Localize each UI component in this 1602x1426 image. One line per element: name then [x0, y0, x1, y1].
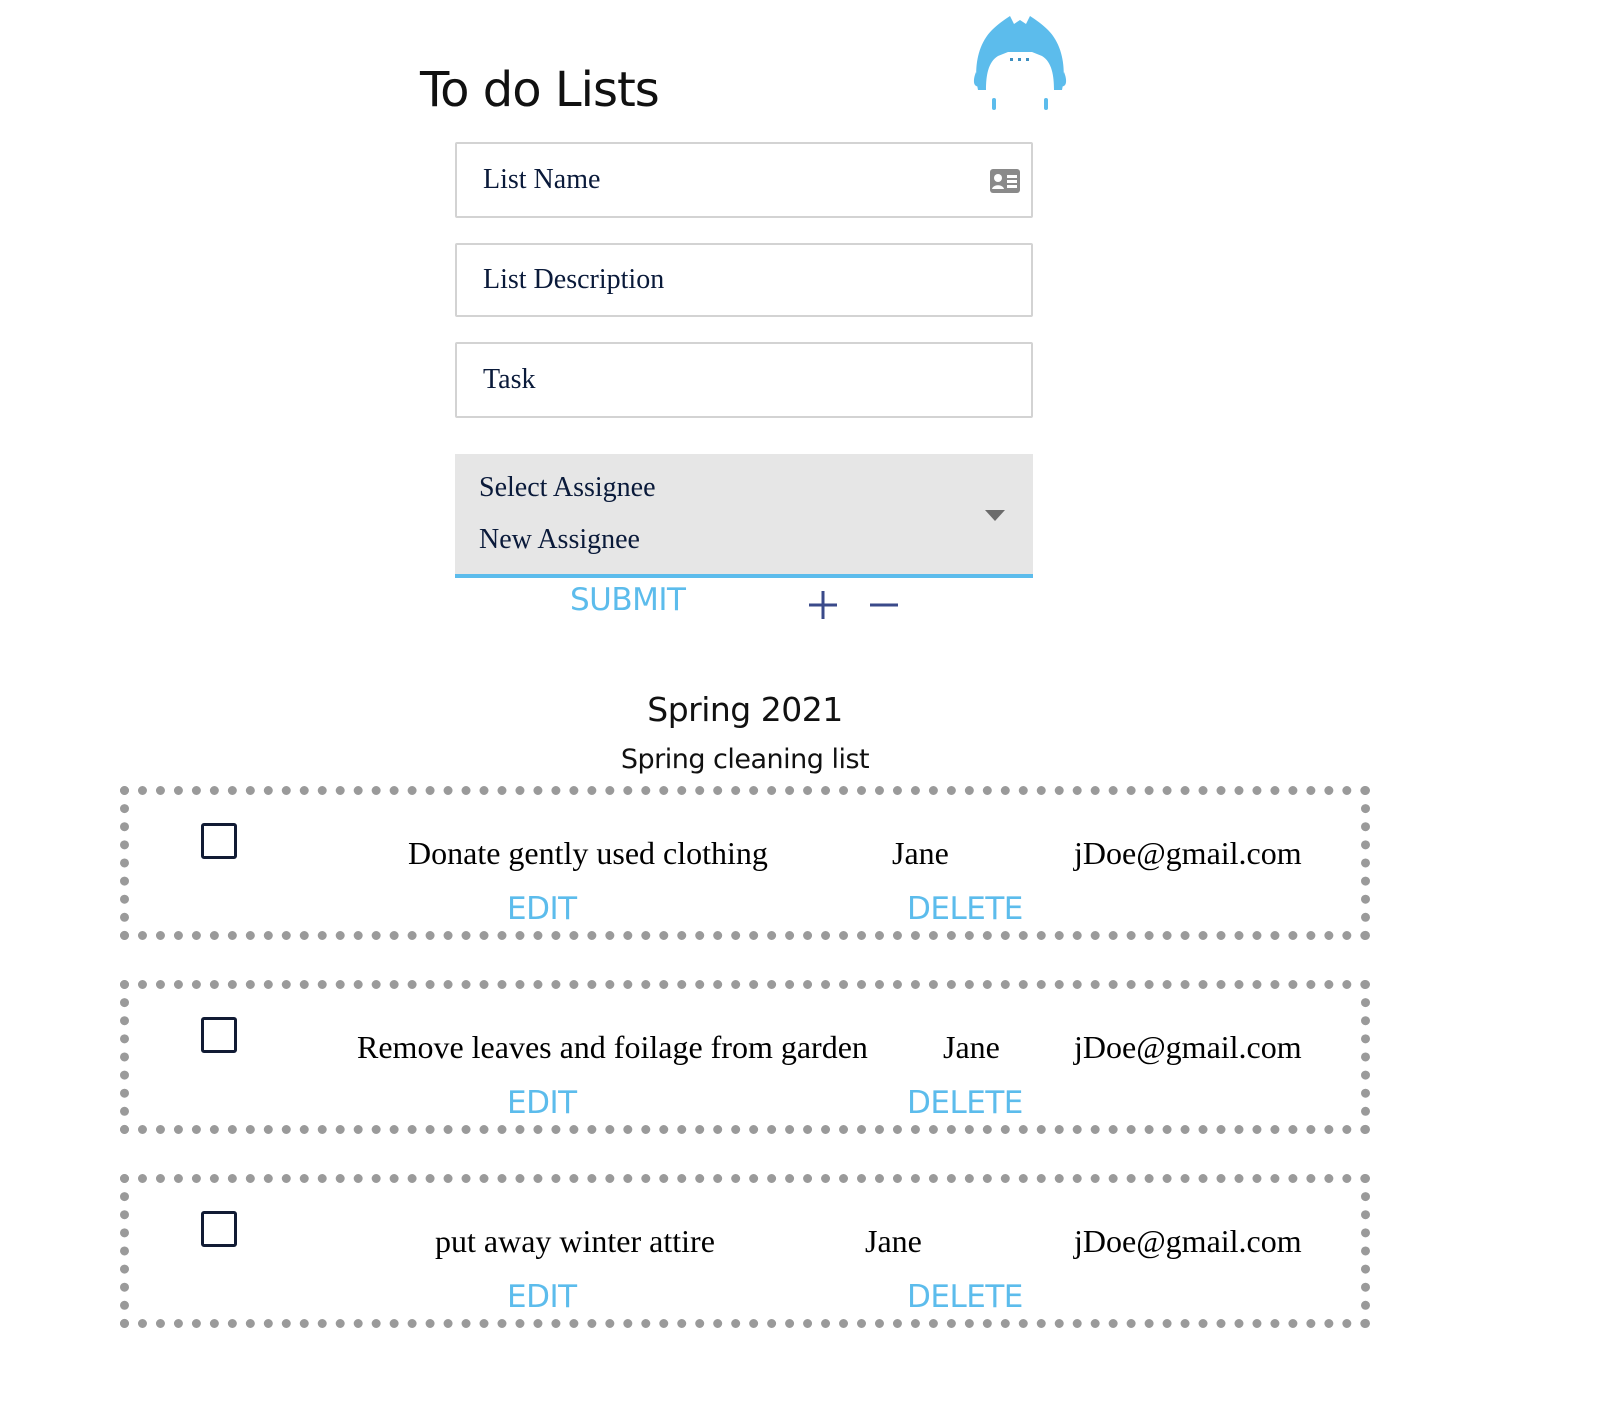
task-email: jDoe@gmail.com [1074, 1029, 1302, 1065]
delete-button[interactable]: DELETE [907, 891, 1023, 927]
assignee-option-new[interactable]: New Assignee [479, 514, 1033, 566]
list-description-input[interactable] [457, 245, 1031, 315]
task-assignee: Jane [865, 1223, 922, 1259]
task-card: Donate gently used clothing Jane jDoe@gm… [120, 786, 1370, 940]
page-title: To do Lists [420, 62, 660, 118]
task-name: put away winter attire [435, 1223, 715, 1259]
task-card: put away winter attire Jane jDoe@gmail.c… [120, 1174, 1370, 1328]
list-name-field[interactable] [455, 142, 1033, 218]
task-checkbox[interactable] [201, 823, 237, 859]
plus-icon[interactable] [806, 588, 840, 622]
task-email: jDoe@gmail.com [1074, 835, 1302, 871]
list-description-field[interactable] [455, 243, 1033, 317]
task-email: jDoe@gmail.com [1074, 1223, 1302, 1259]
task-name: Donate gently used clothing [408, 835, 768, 871]
submit-button[interactable]: SUBMIT [570, 582, 686, 618]
edit-button[interactable]: EDIT [507, 1279, 577, 1315]
edit-button[interactable]: EDIT [507, 891, 577, 927]
list-description: Spring cleaning list [620, 744, 870, 775]
task-name: Remove leaves and foilage from garden [357, 1029, 868, 1065]
task-input[interactable] [457, 344, 1031, 416]
task-field[interactable] [455, 342, 1033, 418]
task-checkbox[interactable] [201, 1017, 237, 1053]
delete-button[interactable]: DELETE [907, 1279, 1023, 1315]
edit-button[interactable]: EDIT [507, 1085, 577, 1121]
task-checkbox[interactable] [201, 1211, 237, 1247]
task-assignee: Jane [943, 1029, 1000, 1065]
monster-logo-icon [970, 12, 1070, 112]
assignee-option-select[interactable]: Select Assignee [479, 462, 1033, 514]
contact-card-icon [989, 168, 1021, 194]
dropdown-arrow-icon[interactable] [985, 510, 1005, 521]
delete-button[interactable]: DELETE [907, 1085, 1023, 1121]
assignee-select[interactable]: Select Assignee New Assignee [455, 454, 1033, 578]
list-name-input[interactable] [457, 144, 1031, 216]
list-title: Spring 2021 [647, 690, 843, 729]
minus-icon[interactable] [867, 588, 901, 622]
task-assignee: Jane [892, 835, 949, 871]
task-card: Remove leaves and foilage from garden Ja… [120, 980, 1370, 1134]
